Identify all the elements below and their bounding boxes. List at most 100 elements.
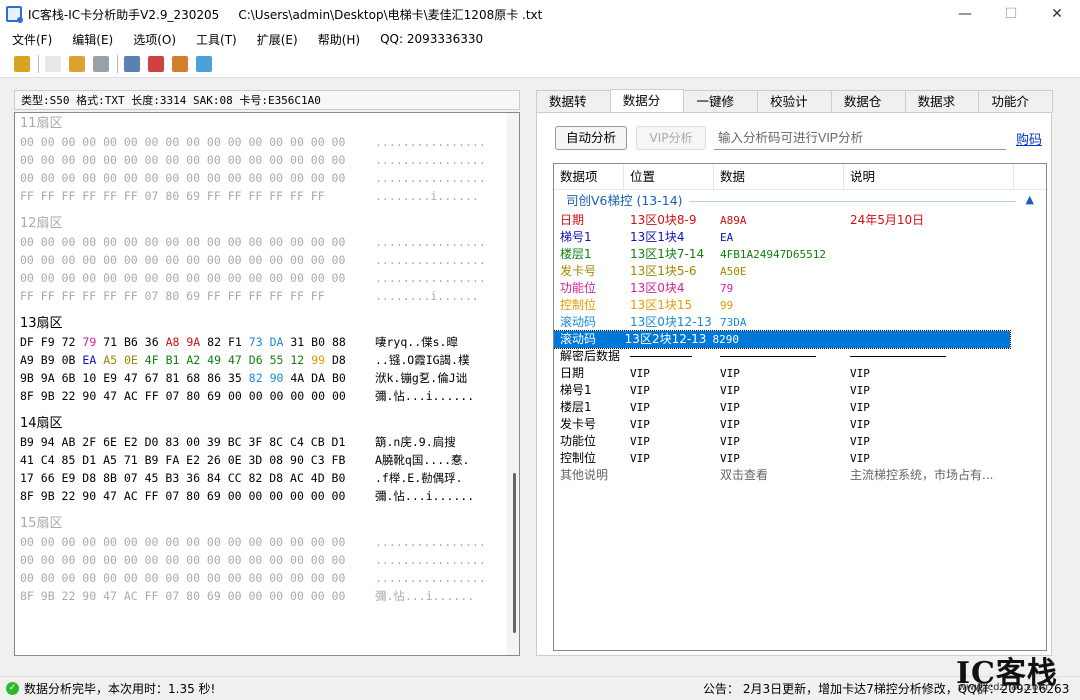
list-row[interactable]: 功能位 VIP VIP VIP bbox=[554, 433, 1046, 450]
new-file-icon[interactable] bbox=[45, 55, 61, 72]
divider bbox=[714, 348, 844, 365]
close-button[interactable]: ✕ bbox=[1034, 0, 1080, 28]
group-title: 司创V6梯控 (13-14) bbox=[566, 193, 683, 208]
decrypt-label: 解密后数据 bbox=[560, 349, 621, 363]
list-row[interactable]: 发卡号 13区1块5-6 A50E bbox=[554, 263, 1046, 280]
hex-view[interactable]: 11扇区 00 00 00 00 00 00 00 00 00 00 00 00 … bbox=[14, 112, 520, 656]
tab-2[interactable]: 一键修改 bbox=[683, 90, 759, 131]
hex-ascii: ................ bbox=[375, 571, 486, 585]
hex-byte: D8 bbox=[331, 353, 346, 367]
calendar-icon[interactable] bbox=[148, 55, 164, 72]
tab-5[interactable]: 数据求助 bbox=[904, 90, 980, 131]
hex-scrollbar[interactable] bbox=[507, 113, 519, 655]
hex-row: 00 00 00 00 00 00 00 00 00 00 00 00 00 0… bbox=[20, 151, 508, 169]
cell-item: 功能位 bbox=[560, 281, 597, 295]
decrypt-header-row: 解密后数据 bbox=[554, 348, 1046, 365]
vip-code-input[interactable] bbox=[714, 126, 1006, 150]
hex-byte: 81 bbox=[165, 371, 180, 385]
header-item[interactable]: 数据项 bbox=[554, 164, 624, 190]
hex-byte: 36 bbox=[144, 335, 159, 349]
header-data[interactable]: 数据 bbox=[714, 164, 844, 190]
list-row[interactable]: 楼层1 VIP VIP VIP bbox=[554, 399, 1046, 416]
hex-row: 41 C4 85 D1 A5 71 B9 FA E2 26 0E 3D 08 9… bbox=[20, 451, 508, 469]
tab-1[interactable]: 数据分析 bbox=[609, 89, 685, 130]
hex-byte: EA bbox=[82, 353, 97, 367]
auto-analyze-button[interactable]: 自动分析 bbox=[555, 126, 627, 150]
qq-info: QQ: 2093336330 bbox=[380, 32, 484, 46]
vip-analyze-button[interactable]: VIP分析 bbox=[636, 126, 706, 150]
list-row[interactable]: 日期 VIP VIP VIP bbox=[554, 365, 1046, 382]
analysis-list[interactable]: 数据项 位置 数据 说明 司创V6梯控 (13-14) ▲ 日期 13区0块8-9… bbox=[553, 163, 1047, 651]
group-header[interactable]: 司创V6梯控 (13-14) ▲ bbox=[554, 190, 1046, 212]
open-folder-icon[interactable] bbox=[14, 55, 30, 72]
search-icon[interactable] bbox=[124, 55, 140, 72]
maximize-button[interactable]: ☐ bbox=[988, 0, 1034, 28]
cell-item: 楼层1 bbox=[560, 400, 592, 414]
hex-bytes: 00 00 00 00 00 00 00 00 00 00 00 00 00 0… bbox=[20, 553, 346, 567]
chart-icon[interactable] bbox=[172, 55, 188, 72]
hex-ascii: ................ bbox=[375, 135, 486, 149]
menu-help[interactable]: 帮助(H) bbox=[318, 31, 360, 48]
tab-4[interactable]: 数据仓库 bbox=[830, 90, 906, 131]
tab-6[interactable]: 功能介绍 bbox=[978, 90, 1054, 131]
hex-bytes: 41 C4 85 D1 A5 71 B9 FA E2 26 0E 3D 08 9… bbox=[20, 453, 346, 467]
list-row[interactable]: 控制位 13区1块15 99 bbox=[554, 297, 1046, 314]
hex-ascii: ........i...... bbox=[375, 289, 479, 303]
sector-title: 13扇区 bbox=[20, 316, 63, 331]
list-row[interactable]: 梯号1 13区1块4 EA bbox=[554, 229, 1046, 246]
hex-row: DF F9 72 79 71 B6 36 A8 9A 82 F1 73 DA 3… bbox=[20, 333, 508, 351]
refresh-icon[interactable] bbox=[196, 55, 212, 72]
hex-ascii: ................ bbox=[375, 171, 486, 185]
hex-byte: 47 bbox=[123, 371, 138, 385]
tab-3[interactable]: 校验计算 bbox=[757, 90, 832, 131]
hex-panel: 类型:S50 格式:TXT 长度:3314 SAK:08 卡号:E356C1A0… bbox=[0, 90, 520, 656]
list-row[interactable]: 日期 13区0块8-9 A89A 24年5月10日 bbox=[554, 212, 1046, 229]
list-header: 数据项 位置 数据 说明 bbox=[554, 164, 1046, 190]
collapse-icon[interactable]: ▲ bbox=[1026, 189, 1034, 211]
header-position[interactable]: 位置 bbox=[624, 164, 714, 190]
hex-byte: B0 bbox=[331, 371, 346, 385]
menu-tools[interactable]: 工具(T) bbox=[196, 31, 237, 48]
cell-item: 功能位 bbox=[560, 434, 597, 448]
hex-row: 00 00 00 00 00 00 00 00 00 00 00 00 00 0… bbox=[20, 169, 508, 187]
hex-byte: 8F bbox=[20, 389, 34, 403]
hex-byte: A9 bbox=[20, 353, 34, 367]
other-row[interactable]: 其他说明 双击查看 主流梯控系统，市场占有... bbox=[554, 467, 1046, 484]
minimize-button[interactable]: — bbox=[942, 0, 988, 28]
hex-bytes: 00 00 00 00 00 00 00 00 00 00 00 00 00 0… bbox=[20, 571, 346, 585]
list-row[interactable]: 梯号1 VIP VIP VIP bbox=[554, 382, 1046, 399]
menu-options[interactable]: 选项(O) bbox=[133, 31, 176, 48]
hex-byte: 68 bbox=[186, 371, 201, 385]
list-row[interactable]: 滚动码 13区2块12-13 8290 bbox=[554, 330, 1011, 349]
hex-byte: 47 bbox=[227, 353, 242, 367]
hex-byte: A2 bbox=[186, 353, 201, 367]
hex-byte: 00 bbox=[227, 389, 242, 403]
menu-edit[interactable]: 编辑(E) bbox=[72, 31, 113, 48]
list-row[interactable]: 滚动码 13区0块12-13 73DA bbox=[554, 314, 1046, 331]
cell-data: VIP bbox=[720, 367, 740, 380]
sector-title: 14扇区 bbox=[20, 416, 63, 431]
save-icon[interactable] bbox=[93, 55, 109, 72]
cell-pos: 13区0块12-13 bbox=[630, 315, 712, 329]
cell-pos: VIP bbox=[630, 367, 650, 380]
cell-desc: 24年5月10日 bbox=[850, 213, 925, 227]
hex-bytes: 8F 9B 22 90 47 AC FF 07 80 69 00 00 00 0… bbox=[20, 589, 346, 603]
cell-pos: 13区1块15 bbox=[630, 298, 693, 312]
list-row[interactable]: 楼层1 13区1块7-14 4FB1A24947D65512 bbox=[554, 246, 1046, 263]
scroll-thumb[interactable] bbox=[513, 473, 516, 633]
list-row[interactable]: 功能位 13区0块4 79 bbox=[554, 280, 1046, 297]
buy-code-link[interactable]: 购码 bbox=[1016, 129, 1042, 148]
sector-title: 15扇区 bbox=[20, 516, 63, 531]
tab-0[interactable]: 数据转换 bbox=[536, 90, 611, 131]
header-description[interactable]: 说明 bbox=[844, 164, 1014, 190]
hex-row: 9B 9A 6B 10 E9 47 67 81 68 86 35 82 90 4… bbox=[20, 369, 508, 387]
list-row[interactable]: 发卡号 VIP VIP VIP bbox=[554, 416, 1046, 433]
list-row[interactable]: 控制位 VIP VIP VIP bbox=[554, 450, 1046, 467]
hex-byte: 82 bbox=[207, 335, 222, 349]
menu-extend[interactable]: 扩展(E) bbox=[257, 31, 298, 48]
hex-ascii: A膮靴q国....惷. bbox=[375, 453, 470, 467]
cell-pos: 13区1块5-6 bbox=[630, 264, 697, 278]
hex-byte: 4A bbox=[290, 371, 305, 385]
menu-file[interactable]: 文件(F) bbox=[12, 31, 52, 48]
edit-icon[interactable] bbox=[69, 55, 85, 72]
